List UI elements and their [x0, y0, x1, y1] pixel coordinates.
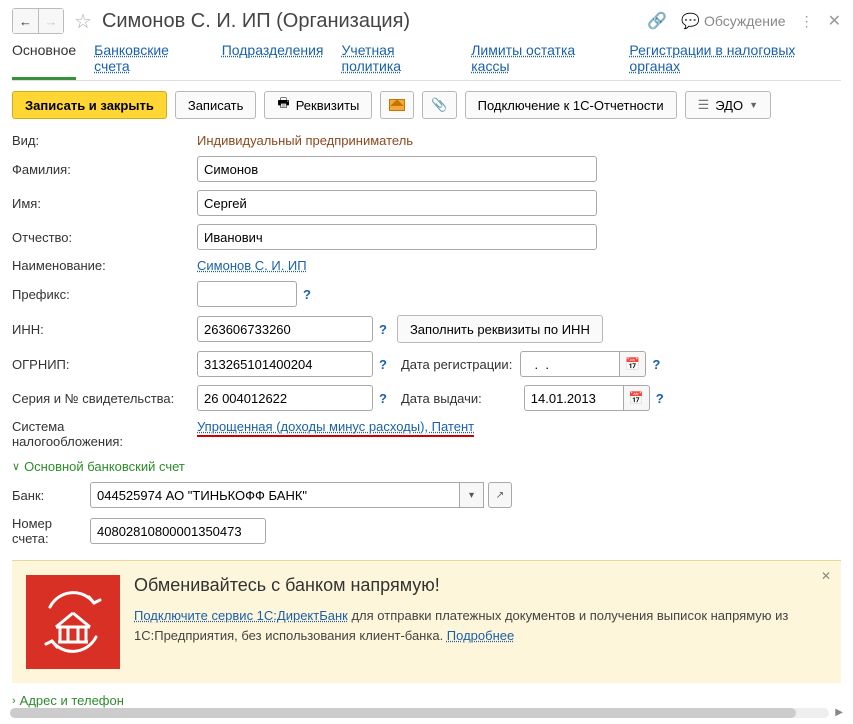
- bank-open-button[interactable]: ↗: [488, 482, 512, 508]
- details-button[interactable]: 🖶 Реквизиты: [264, 91, 372, 119]
- surname-input[interactable]: [197, 156, 597, 182]
- tab-bank-accounts[interactable]: Банковские счета: [94, 42, 204, 74]
- section-bank-toggle[interactable]: ∨ Основной банковский счет: [12, 459, 841, 474]
- ogrnip-input[interactable]: [197, 351, 373, 377]
- chat-icon: 💬: [681, 12, 700, 30]
- inn-input[interactable]: [197, 316, 373, 342]
- banner-more-link[interactable]: Подробнее: [447, 628, 514, 643]
- cert-label: Серия и № свидетельства:: [12, 391, 197, 406]
- patronymic-input[interactable]: [197, 224, 597, 250]
- scrollbar-thumb[interactable]: [10, 708, 796, 718]
- fill-by-inn-button[interactable]: Заполнить реквизиты по ИНН: [397, 315, 603, 343]
- link-icon[interactable]: 🔗: [647, 11, 667, 31]
- edo-icon: ☰: [698, 97, 710, 113]
- tab-tax-reg[interactable]: Регистрации в налоговых органах: [629, 42, 841, 74]
- prefix-help[interactable]: ?: [303, 287, 311, 302]
- issue-date-label: Дата выдачи:: [401, 391, 482, 406]
- account-label: Номер счета:: [12, 516, 90, 546]
- banner-close-icon[interactable]: ✕: [821, 569, 831, 583]
- page-title: Симонов С. И. ИП (Организация): [102, 10, 641, 33]
- tax-label-2: налогообложения:: [12, 434, 123, 449]
- bank-label: Банк:: [12, 488, 90, 503]
- close-icon[interactable]: ✕: [828, 11, 841, 31]
- calendar-icon: 📅: [629, 391, 644, 405]
- inn-help[interactable]: ?: [379, 322, 387, 337]
- arrow-left-icon: ←: [19, 14, 32, 29]
- display-link[interactable]: Симонов С. И. ИП: [197, 258, 307, 273]
- connect-1c-button[interactable]: Подключение к 1С-Отчетности: [465, 91, 677, 119]
- mail-button[interactable]: [380, 91, 414, 119]
- display-label: Наименование:: [12, 258, 197, 273]
- arrow-right-icon: →: [45, 14, 58, 29]
- section-bank-label: Основной банковский счет: [24, 459, 185, 474]
- tab-cash-limits[interactable]: Лимиты остатка кассы: [471, 42, 611, 74]
- bank-dropdown[interactable]: ▾: [460, 482, 484, 508]
- direct-bank-banner: Обменивайтесь с банком напрямую! Подключ…: [12, 560, 841, 683]
- reg-date-help[interactable]: ?: [652, 357, 660, 372]
- reg-date-input[interactable]: [520, 351, 620, 377]
- details-label: Реквизиты: [296, 98, 360, 113]
- bank-exchange-icon: [26, 575, 120, 669]
- edo-label: ЭДО: [715, 98, 743, 113]
- chevron-down-icon: ▾: [469, 490, 474, 501]
- surname-label: Фамилия:: [12, 162, 197, 177]
- tabs-bar: Основное Банковские счета Подразделения …: [12, 42, 841, 81]
- issue-date-help[interactable]: ?: [656, 391, 664, 406]
- type-label: Вид:: [12, 133, 197, 148]
- prefix-input[interactable]: [197, 281, 297, 307]
- print-icon: 🖶: [277, 94, 289, 116]
- name-input[interactable]: [197, 190, 597, 216]
- discuss-label: Обсуждение: [704, 13, 786, 29]
- banner-text: Подключите сервис 1С:ДиректБанк для отпр…: [134, 606, 827, 645]
- bank-input[interactable]: [90, 482, 460, 508]
- issue-date-picker[interactable]: 📅: [624, 385, 650, 411]
- tax-system-link[interactable]: Упрощенная (доходы минус расходы), Патен…: [197, 419, 474, 437]
- cert-help[interactable]: ?: [379, 391, 387, 406]
- section-address-label: Адрес и телефон: [20, 693, 124, 708]
- calendar-icon: 📅: [625, 357, 640, 371]
- tab-account-policy[interactable]: Учетная политика: [342, 42, 454, 74]
- ogrnip-help[interactable]: ?: [379, 357, 387, 372]
- more-menu-icon[interactable]: ⋮: [800, 13, 814, 30]
- reg-date-label: Дата регистрации:: [401, 357, 512, 372]
- type-value: Индивидуальный предприниматель: [197, 133, 413, 148]
- horizontal-scrollbar[interactable]: [10, 708, 829, 718]
- section-address-toggle[interactable]: › Адрес и телефон: [12, 693, 841, 708]
- banner-connect-link[interactable]: Подключите сервис 1С:ДиректБанк: [134, 608, 348, 623]
- save-button[interactable]: Записать: [175, 91, 257, 119]
- patronymic-label: Отчество:: [12, 230, 197, 245]
- attach-button[interactable]: 📎: [422, 91, 456, 119]
- clip-icon: 📎: [431, 97, 447, 113]
- cert-input[interactable]: [197, 385, 373, 411]
- back-button[interactable]: ←: [12, 8, 38, 34]
- tax-system-label: Система налогообложения:: [12, 419, 197, 449]
- save-close-button[interactable]: Записать и закрыть: [12, 91, 167, 119]
- ogrnip-label: ОГРНИП:: [12, 357, 197, 372]
- account-input[interactable]: [90, 518, 266, 544]
- chevron-right-icon: ›: [12, 695, 16, 707]
- prefix-label: Префикс:: [12, 287, 197, 302]
- chevron-down-icon: ▼: [749, 100, 758, 110]
- mail-icon: [389, 99, 405, 111]
- banner-title: Обменивайтесь с банком напрямую!: [134, 575, 827, 596]
- tab-main[interactable]: Основное: [12, 42, 76, 80]
- favorite-star-icon[interactable]: ☆: [74, 9, 92, 34]
- forward-button[interactable]: →: [38, 8, 64, 34]
- chevron-down-icon: ∨: [12, 460, 20, 473]
- issue-date-input[interactable]: [524, 385, 624, 411]
- tab-divisions[interactable]: Подразделения: [222, 42, 324, 74]
- inn-label: ИНН:: [12, 322, 197, 337]
- open-icon: ↗: [496, 490, 504, 501]
- reg-date-picker[interactable]: 📅: [620, 351, 646, 377]
- edo-button[interactable]: ☰ ЭДО ▼: [685, 91, 771, 119]
- scrollbar-arrow-right-icon[interactable]: ▶: [835, 707, 843, 718]
- discuss-button[interactable]: 💬 Обсуждение: [681, 12, 785, 30]
- name-label: Имя:: [12, 196, 197, 211]
- tax-label-1: Система: [12, 419, 64, 434]
